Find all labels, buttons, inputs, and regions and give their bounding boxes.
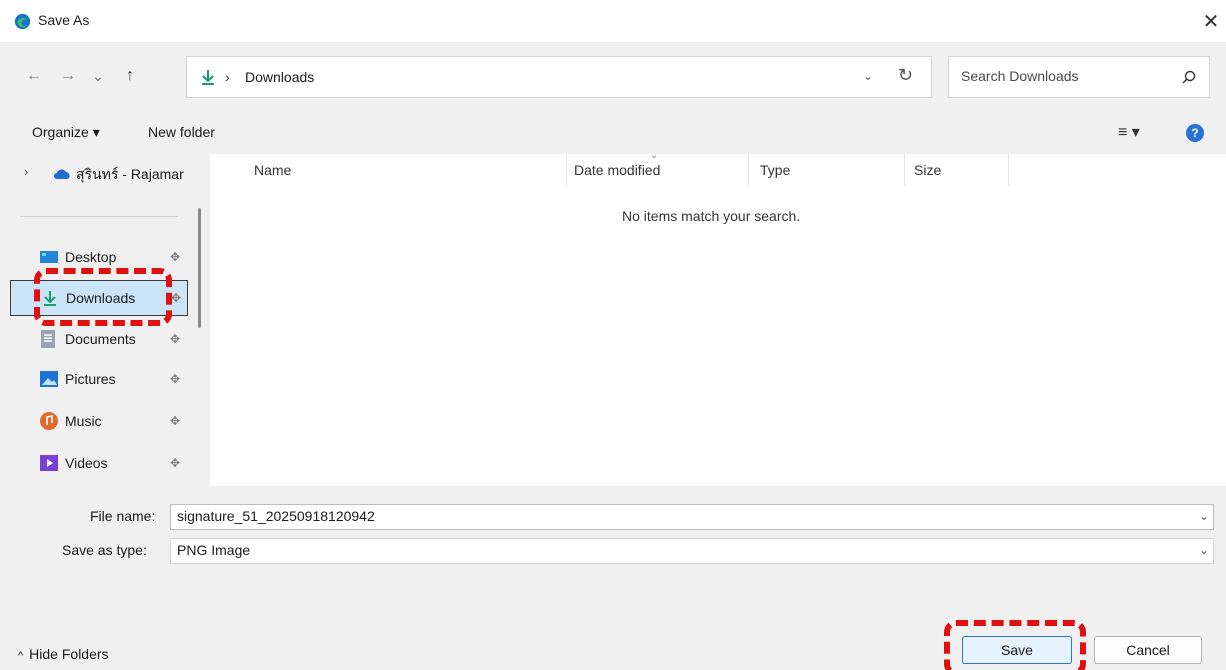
column-divider[interactable] bbox=[1008, 154, 1009, 186]
videos-icon bbox=[40, 455, 58, 471]
sidebar-item-label: Videos bbox=[65, 455, 108, 471]
sidebar-item-label: Desktop bbox=[65, 249, 117, 265]
download-icon bbox=[202, 70, 214, 85]
chevron-up-icon: ^ bbox=[18, 650, 24, 662]
hide-folders-label: Hide Folders bbox=[29, 646, 109, 662]
sort-caret-icon: ⌄ bbox=[650, 150, 659, 161]
document-icon bbox=[41, 330, 55, 348]
sidebar-scrollbar[interactable] bbox=[198, 208, 201, 328]
pin-icon[interactable]: ✥ bbox=[170, 372, 180, 386]
close-button[interactable]: ✕ bbox=[1196, 6, 1226, 36]
title-bar: Save As ✕ bbox=[0, 0, 1226, 42]
arrow-right-icon: → bbox=[60, 67, 76, 84]
annotation-highlight-downloads bbox=[34, 268, 172, 326]
search-icon bbox=[1182, 70, 1196, 84]
address-dropdown-icon[interactable]: ⌄ bbox=[863, 69, 873, 83]
sidebar-item-onedrive[interactable]: › สุรินทร์ - Rajamar bbox=[24, 162, 194, 186]
arrow-left-icon: ← bbox=[26, 67, 42, 84]
pictures-icon bbox=[40, 371, 58, 387]
column-header-type[interactable]: Type bbox=[748, 154, 904, 186]
sidebar-item-label: สุรินทร์ - Rajamar bbox=[76, 166, 184, 182]
search-input[interactable] bbox=[961, 68, 1161, 84]
refresh-icon[interactable]: ↻ bbox=[898, 65, 913, 86]
chevron-down-icon[interactable]: ⌄ bbox=[1199, 509, 1209, 523]
empty-list-message: No items match your search. bbox=[622, 208, 801, 224]
pin-icon[interactable]: ✥ bbox=[171, 291, 181, 305]
file-name-field[interactable]: signature_51_20250918120942 ⌄ bbox=[170, 504, 1214, 530]
sidebar-item-videos[interactable]: Videos ✥ bbox=[10, 446, 188, 482]
chevron-down-icon: ⌄ bbox=[92, 67, 104, 84]
hide-folders-button[interactable]: ^ Hide Folders bbox=[18, 646, 109, 662]
column-header-label: Name bbox=[254, 162, 292, 178]
file-name-label: File name: bbox=[90, 508, 156, 524]
organize-menu-button[interactable]: Organize ▾ bbox=[32, 124, 100, 141]
sidebar-item-documents[interactable]: Documents ✥ bbox=[10, 322, 188, 358]
arrow-up-icon: ↑ bbox=[126, 67, 134, 84]
view-options-button[interactable]: ≡ ▾ bbox=[1118, 122, 1140, 142]
save-as-type-label: Save as type: bbox=[62, 542, 147, 558]
search-box[interactable] bbox=[948, 56, 1210, 98]
save-as-dialog: Save As ✕ ← → ⌄ ↑ › Downloads ⌄ ↻ Search… bbox=[0, 0, 1226, 670]
close-icon: ✕ bbox=[1202, 10, 1220, 33]
cancel-button[interactable]: Cancel bbox=[1094, 636, 1202, 664]
column-header-label: Date modified bbox=[574, 162, 661, 178]
back-button[interactable]: ← bbox=[22, 64, 46, 88]
music-icon bbox=[40, 412, 58, 430]
column-header-label: Size bbox=[914, 162, 942, 178]
sidebar-item-label: Documents bbox=[65, 331, 136, 347]
sidebar-item-pictures[interactable]: Pictures ✥ bbox=[10, 362, 188, 398]
file-name-value[interactable]: signature_51_20250918120942 bbox=[177, 508, 375, 524]
column-header-label: Type bbox=[760, 162, 791, 178]
window-title: Save As bbox=[38, 12, 90, 28]
address-row: ← → ⌄ ↑ › Downloads ⌄ ↻ bbox=[0, 42, 1226, 112]
column-header-name[interactable]: Name bbox=[230, 154, 566, 186]
up-button[interactable]: ↑ bbox=[118, 64, 142, 88]
pin-icon[interactable]: ✥ bbox=[170, 250, 180, 264]
column-header-size[interactable]: Size bbox=[904, 154, 1008, 186]
pin-icon[interactable]: ✥ bbox=[170, 456, 180, 470]
forward-button[interactable]: → bbox=[56, 64, 80, 88]
sidebar-item-label: Music bbox=[65, 413, 102, 429]
expand-chevron-icon[interactable]: › bbox=[24, 164, 28, 179]
breadcrumb-downloads[interactable]: Downloads bbox=[245, 69, 314, 85]
annotation-highlight-save bbox=[944, 620, 1086, 670]
command-toolbar: Organize ▾ New folder ≡ ▾ ? bbox=[0, 112, 1226, 154]
file-list: Name Date modified ⌄ Type Size No items … bbox=[210, 150, 1226, 486]
sidebar-item-label: Pictures bbox=[65, 371, 116, 387]
sidebar-divider bbox=[20, 216, 178, 217]
chevron-down-icon[interactable]: ⌄ bbox=[1199, 543, 1209, 557]
recent-locations-button[interactable]: ⌄ bbox=[86, 64, 110, 88]
address-bar[interactable]: › Downloads ⌄ ↻ bbox=[186, 56, 932, 98]
desktop-icon bbox=[40, 251, 58, 263]
sidebar-item-music[interactable]: Music ✥ bbox=[10, 404, 188, 440]
save-as-type-value: PNG Image bbox=[177, 542, 251, 558]
edge-browser-icon bbox=[14, 13, 31, 30]
save-as-type-select[interactable]: PNG Image ⌄ bbox=[170, 538, 1214, 564]
help-icon[interactable]: ? bbox=[1186, 124, 1204, 142]
new-folder-button[interactable]: New folder bbox=[148, 124, 215, 140]
onedrive-cloud-icon bbox=[54, 169, 70, 179]
pin-icon[interactable]: ✥ bbox=[170, 414, 180, 428]
breadcrumb-separator: › bbox=[225, 69, 230, 85]
pin-icon[interactable]: ✥ bbox=[170, 332, 180, 346]
